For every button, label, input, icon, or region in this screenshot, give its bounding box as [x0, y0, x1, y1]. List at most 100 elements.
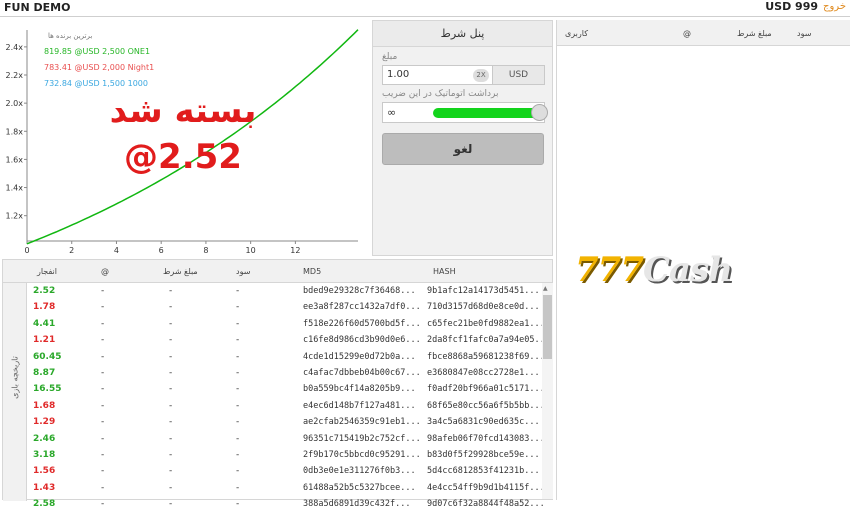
currency-select[interactable]: USD — [492, 66, 544, 84]
history-scrollbar[interactable]: ▲ — [542, 283, 553, 499]
table-row: 1.43 - - - 61488a52b5c5327bcee... 4e4cc54ff9b… — [27, 480, 545, 496]
scroll-thumb[interactable] — [543, 295, 552, 359]
history-cell-at: - — [101, 335, 105, 346]
history-cell-md5[interactable]: c16fe8d986cd3b90d0e6... — [303, 332, 421, 348]
history-cell-md5[interactable]: 2f9b170c5bbcd0c95291... — [303, 447, 421, 463]
history-cell-hash[interactable]: 4e4cc54ff9b9d1b4115f... — [427, 480, 545, 496]
history-cell-hash[interactable]: c65fec21be0fd9882ea1... — [427, 316, 545, 332]
history-cell-bet: - — [169, 384, 173, 395]
table-row: 2.46 - - - 96351c715419b2c752cf... 98afeb06f7… — [27, 431, 545, 447]
history-cell-at: - — [101, 499, 105, 510]
history-side-label: تاریخچه بازی — [10, 356, 20, 399]
history-cell-hash[interactable]: 710d3157d68d0e8ce0d... — [427, 299, 540, 315]
history-cell-md5[interactable]: ae2cfab2546359c91eb1... — [303, 414, 421, 430]
history-side-tab[interactable]: تاریخچه بازی — [3, 283, 27, 501]
auto-cashout-value[interactable]: ∞ — [387, 106, 396, 119]
col-profit: سود — [797, 29, 812, 38]
logout-link[interactable]: خروج — [823, 1, 846, 12]
history-cell-crash: 1.29 — [33, 417, 56, 428]
history-cell-at: - — [101, 449, 105, 460]
history-cell-profit: - — [236, 482, 240, 493]
history-cell-crash: 4.41 — [33, 318, 56, 329]
bet-amount-field[interactable]: 1.00 2X USD — [382, 65, 545, 85]
x-tick-label: 4 — [114, 246, 119, 255]
history-cell-md5[interactable]: bded9e29328c7f36468... — [303, 283, 416, 299]
table-row: 4.41 - - - f518e226f60d5700bd5f... c65fec21be… — [27, 316, 545, 332]
history-cell-bet: - — [169, 318, 173, 329]
history-cell-md5[interactable]: 96351c715419b2c752cf... — [303, 431, 421, 447]
players-table-header: کاربری @ مبلغ شرط سود — [557, 20, 850, 46]
history-cell-hash[interactable]: 3a4c5a6831c90ed635c... — [427, 414, 540, 430]
history-cell-hash[interactable]: 2da8fcf1fafc0a7a94e05... — [427, 332, 550, 348]
auto-cashout-slider[interactable] — [433, 108, 539, 118]
history-cell-md5[interactable]: ee3a8f287cc1432a7df0... — [303, 299, 421, 315]
crashed-status: بسته شد @2.52 — [108, 88, 258, 180]
bet-amount-value[interactable]: 1.00 — [387, 69, 409, 80]
col-user: کاربری — [565, 29, 589, 38]
history-cell-bet: - — [169, 351, 173, 362]
history-cell-hash[interactable]: 9d07c6f32a8844f48a52... — [427, 496, 545, 512]
x-tick-label: 6 — [159, 246, 164, 255]
table-row: 2.58 - - - 388a5d6891d39c432f... 9d07c6f32a88… — [27, 496, 545, 512]
history-cell-profit: - — [236, 449, 240, 460]
history-cell-bet: - — [169, 482, 173, 493]
col-hash: HASH — [433, 267, 456, 276]
history-cell-hash[interactable]: 98afeb06f70fcd143083... — [427, 431, 545, 447]
history-cell-md5[interactable]: e4ec6d148b7f127a481... — [303, 398, 416, 414]
scroll-up-icon[interactable]: ▲ — [543, 285, 548, 292]
brand-logo-number: 777 — [575, 250, 644, 290]
cancel-button[interactable]: لغو — [382, 133, 544, 165]
auto-cashout-field[interactable]: ∞ — [382, 102, 548, 123]
history-cell-hash[interactable]: 68f65e80cc56a6f5b5bb... — [427, 398, 545, 414]
history-cell-crash: 1.21 — [33, 335, 56, 346]
y-tick-label: 2.0x — [6, 99, 24, 108]
game-history-panel: انفجار @ مبلغ شرط سود MD5 HASH تاریخچه ب… — [2, 259, 553, 509]
history-cell-md5[interactable]: 4cde1d15299e0d72b0a... — [303, 349, 416, 365]
history-cell-md5[interactable]: f518e226f60d5700bd5f... — [303, 316, 421, 332]
slider-handle[interactable] — [531, 104, 548, 121]
y-tick-label: 1.8x — [6, 127, 24, 136]
top-winners-title: برترین برنده ها — [48, 32, 93, 40]
history-cell-bet: - — [169, 286, 173, 296]
history-cell-crash: 16.55 — [33, 384, 62, 395]
history-cell-at: - — [101, 384, 105, 395]
history-cell-hash[interactable]: 9b1afc12a14173d5451... — [427, 283, 540, 299]
table-row: 8.87 - - - c4afac7dbbeb04b00c67... e3680847e0… — [27, 365, 540, 381]
x-tick-label: 0 — [24, 246, 29, 255]
history-cell-md5[interactable]: b0a559bc4f14a8205b9... — [303, 381, 416, 397]
y-tick-label: 2.4x — [6, 43, 24, 52]
table-row: 1.29 - - - ae2cfab2546359c91eb1... 3a4c5a6831… — [27, 414, 540, 430]
bet-panel: پنل شرط مبلغ 1.00 2X USD برداشت اتوماتیک… — [372, 20, 553, 256]
history-cell-hash[interactable]: e3680847e08cc2728e1... — [427, 365, 540, 381]
history-cell-crash: 2.46 — [33, 433, 56, 444]
col-bet: مبلغ شرط — [163, 267, 198, 276]
history-cell-hash[interactable]: 5d4cc6812853f41231b... — [427, 463, 540, 479]
history-cell-md5[interactable]: 388a5d6891d39c432f... — [303, 496, 410, 512]
history-cell-profit: - — [236, 286, 240, 296]
history-cell-crash: 1.43 — [33, 482, 56, 493]
history-cell-profit: - — [236, 400, 240, 411]
history-cell-bet: - — [169, 400, 173, 411]
table-row: 1.68 - - - e4ec6d148b7f127a481... 68f65e80cc5… — [27, 398, 545, 414]
history-cell-hash[interactable]: f0adf20bf966a01c5171... — [427, 381, 545, 397]
table-row: 16.55 - - - b0a559bc4f14a8205b9... f0adf20bf9… — [27, 381, 545, 397]
table-row: 2.52 - - - bded9e29328c7f36468... 9b1afc12a14… — [27, 283, 540, 299]
history-cell-profit: - — [236, 335, 240, 346]
history-cell-profit: - — [236, 499, 240, 510]
history-cell-hash[interactable]: b83d0f5f29928bce59e... — [427, 447, 540, 463]
y-tick-label: 1.6x — [6, 155, 24, 164]
table-row: 1.56 - - - 0db3e0e1e311276f0b3... 5d4cc681285… — [27, 463, 540, 479]
history-cell-at: - — [101, 417, 105, 428]
history-cell-at: - — [101, 400, 105, 411]
history-cell-profit: - — [236, 351, 240, 362]
crashed-label: بسته شد — [109, 91, 257, 131]
brand-logo-text: Cash — [642, 250, 733, 290]
col-at: @ — [683, 29, 691, 38]
history-cell-hash[interactable]: fbce8868a59681238f69... — [427, 349, 545, 365]
history-cell-md5[interactable]: c4afac7dbbeb04b00c67... — [303, 365, 421, 381]
double-bet-button[interactable]: 2X — [473, 69, 489, 82]
history-cell-md5[interactable]: 61488a52b5c5327bcee... — [303, 480, 416, 496]
history-cell-md5[interactable]: 0db3e0e1e311276f0b3... — [303, 463, 416, 479]
history-cell-profit: - — [236, 433, 240, 444]
auto-cashout-label: برداشت اتوماتیک در این ضریب — [382, 89, 499, 99]
